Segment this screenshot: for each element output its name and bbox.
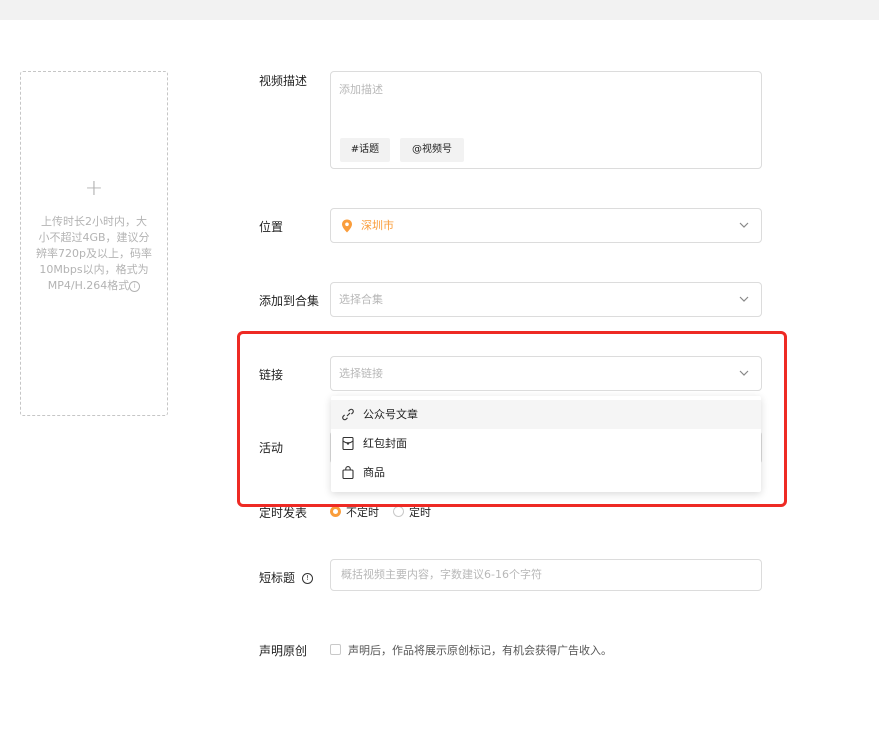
collection-placeholder: 选择合集 (339, 293, 383, 306)
info-icon[interactable]: ! (301, 573, 313, 584)
location-pin-icon (342, 219, 352, 233)
short-title-placeholder: 概括视频主要内容，字数建议6-16个字符 (341, 568, 542, 581)
short-title-label: 短标题 ! (259, 569, 313, 586)
video-upload-area[interactable]: + 上传时长2小时内，大小不超过4GB，建议分辨率720p及以上，码率10Mbp… (20, 71, 168, 416)
radio-no-schedule[interactable] (330, 506, 341, 517)
short-title-input[interactable]: 概括视频主要内容，字数建议6-16个字符 (330, 559, 762, 591)
info-icon: i (129, 280, 141, 292)
location-label: 位置 (259, 220, 284, 234)
highlight-box (237, 331, 787, 507)
collection-label: 添加到合集 (259, 294, 320, 308)
collection-select[interactable]: 选择合集 (330, 282, 762, 317)
chevron-down-icon (739, 296, 749, 302)
upload-hint: 上传时长2小时内，大小不超过4GB，建议分辨率720p及以上，码率10Mbps以… (36, 214, 152, 294)
top-bar (0, 0, 879, 20)
original-checkbox[interactable] (330, 644, 341, 655)
description-label: 视频描述 (259, 74, 308, 88)
location-value: 深圳市 (361, 219, 394, 232)
original-description: 声明后，作品将展示原创标记，有机会获得广告收入。 (348, 644, 612, 657)
plus-icon: + (84, 176, 104, 201)
radio-scheduled[interactable] (393, 506, 404, 517)
location-select[interactable]: 深圳市 (330, 208, 762, 243)
topic-tag-button[interactable]: #话题 (340, 138, 390, 162)
description-placeholder: 添加描述 (339, 83, 383, 96)
short-title-label-text: 短标题 (259, 571, 296, 585)
original-label: 声明原创 (259, 644, 308, 658)
chevron-down-icon (739, 222, 749, 228)
mention-channel-button[interactable]: @视频号 (400, 138, 464, 162)
description-field[interactable]: 添加描述 #话题 @视频号 (330, 71, 762, 169)
